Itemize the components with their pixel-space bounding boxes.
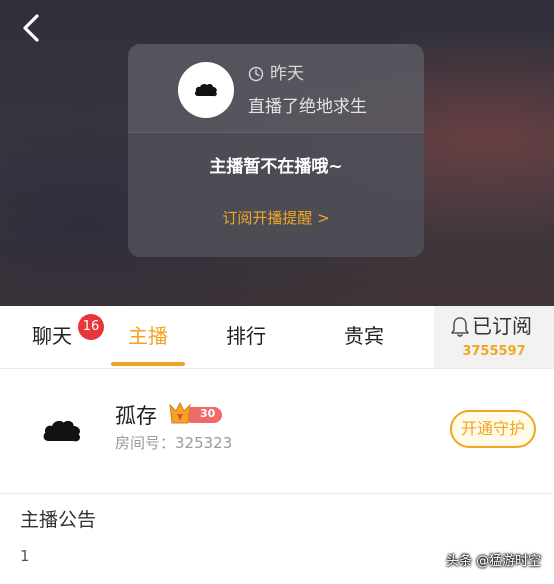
last-live-activity: 直播了绝地求生 xyxy=(248,97,367,117)
chevron-left-icon xyxy=(23,14,39,42)
watermark: 头条 @猛游时空 xyxy=(446,554,542,569)
cloud-logo-icon xyxy=(194,83,217,97)
tab-vip[interactable]: 贵宾 xyxy=(318,306,410,368)
card-body xyxy=(128,133,424,257)
last-live-info: 昨天 直播了绝地求生 xyxy=(128,44,424,132)
anchor-name: 孤存 xyxy=(115,404,157,428)
tab-ranking[interactable]: 排行 xyxy=(200,306,292,368)
subscribe-button[interactable]: 已订阅 3755597 xyxy=(434,306,554,368)
active-tab-indicator xyxy=(111,362,185,366)
tab-ranking-label: 排行 xyxy=(226,324,266,348)
bell-icon xyxy=(450,316,470,338)
room-number: 房间号：325323 xyxy=(115,434,233,452)
open-guard-button[interactable]: 开通守护 xyxy=(450,410,536,448)
offline-status-card: 昨天 直播了绝地求生 主播暂不在播哦~ 订阅开播提醒 > xyxy=(128,44,424,257)
avatar xyxy=(178,62,234,118)
tab-anchor[interactable]: 主播 xyxy=(104,306,192,368)
divider xyxy=(0,493,554,494)
subscriber-count: 3755597 xyxy=(462,344,526,359)
avatar[interactable] xyxy=(42,411,82,451)
tab-anchor-label: 主播 xyxy=(128,324,168,348)
back-button[interactable] xyxy=(14,10,50,46)
tab-vip-label: 贵宾 xyxy=(344,324,384,348)
anchor-info: 孤存 30 房间号：325323 开通守护 xyxy=(0,369,554,493)
notice-title: 主播公告 xyxy=(20,509,97,531)
video-player-area: 昨天 直播了绝地求生 主播暂不在播哦~ 订阅开播提醒 > xyxy=(0,0,554,306)
unread-badge: 16 xyxy=(78,314,104,340)
clock-icon xyxy=(248,66,264,82)
subscribe-label: 已订阅 xyxy=(472,314,532,338)
offline-message: 主播暂不在播哦~ xyxy=(209,157,343,177)
cloud-logo-icon xyxy=(43,420,81,442)
tab-chat-label: 聊天 xyxy=(32,324,72,348)
level-number: 30 xyxy=(200,407,216,420)
subscribe-reminder-link[interactable]: 订阅开播提醒 > xyxy=(128,208,424,228)
last-live-time: 昨天 xyxy=(270,64,304,84)
notice-body: 1 xyxy=(20,547,30,565)
